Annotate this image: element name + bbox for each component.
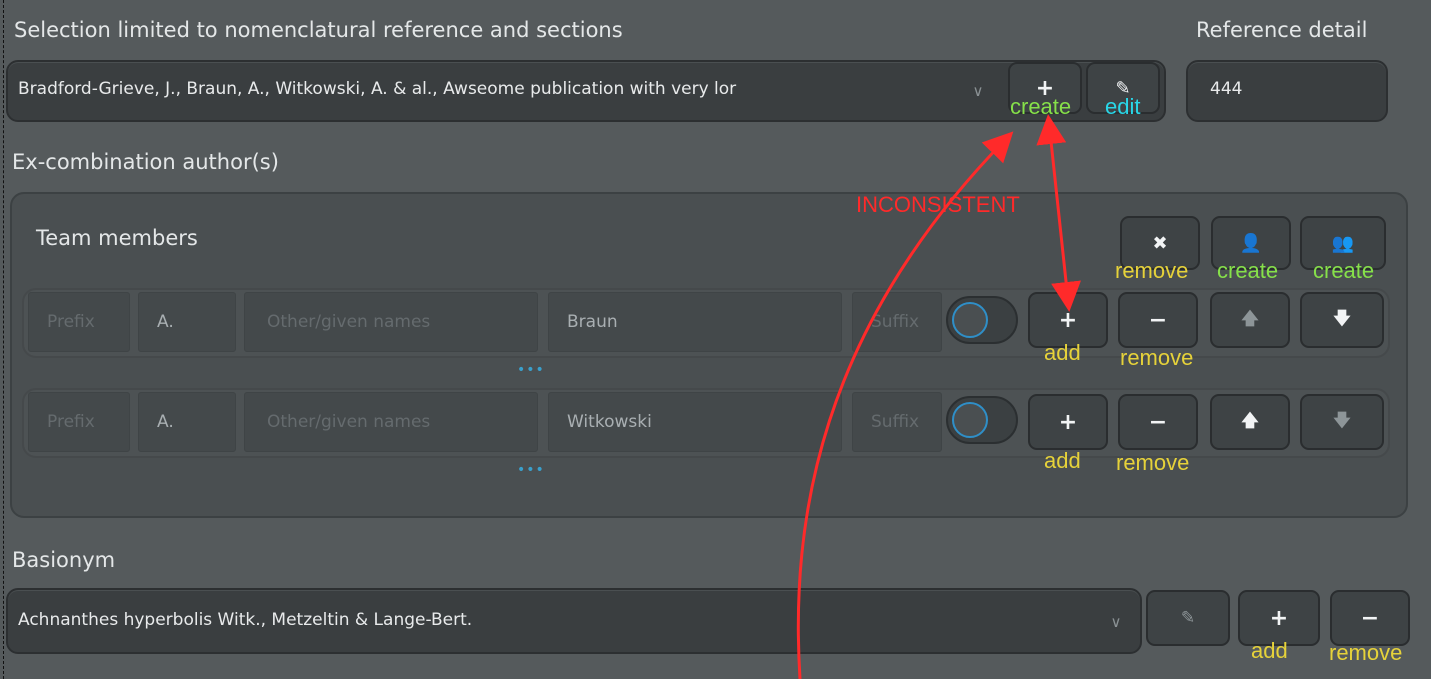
member-remove-button[interactable]: − — [1118, 292, 1198, 348]
close-icon: ✖ — [1152, 232, 1168, 254]
anno-bas-add: add — [1251, 638, 1288, 663]
reference-detail-label: Reference detail — [1196, 18, 1368, 42]
basionym-edit-button[interactable]: ✎ — [1146, 590, 1230, 646]
basionym-combo[interactable]: Achnanthes hyperbolis Witk., Metzeltin &… — [6, 588, 1142, 654]
anno-row1-add: add — [1044, 340, 1081, 365]
basionym-remove-button[interactable]: − — [1330, 590, 1410, 646]
chevron-down-icon[interactable]: ∨ — [1094, 598, 1138, 646]
member-remove-button[interactable]: − — [1118, 394, 1198, 450]
arrow-up-icon: 🡅 — [1241, 410, 1259, 431]
member-add-button[interactable]: + — [1028, 394, 1108, 450]
reference-combo-value: Bradford-Grieve, J., Braun, A., Witkowsk… — [18, 79, 737, 99]
anno-row2-add: add — [1044, 448, 1081, 473]
family-name-field[interactable]: Witkowski — [548, 392, 842, 452]
chevron-down-icon[interactable]: ∨ — [956, 67, 1000, 115]
excombination-label: Ex-combination author(s) — [12, 150, 279, 174]
anno-create: create — [1010, 94, 1072, 119]
selection-border — [3, 0, 4, 679]
given-names-field[interactable]: Other/given names — [244, 292, 538, 352]
selection-label: Selection limited to nomenclatural refer… — [14, 18, 623, 42]
suffix-field[interactable]: Suffix — [852, 392, 942, 452]
toggle-knob — [952, 302, 988, 338]
given-names-field[interactable]: Other/given names — [244, 392, 538, 452]
family-name-field[interactable]: Braun — [548, 292, 842, 352]
toggle-knob — [952, 402, 988, 438]
users-icon: 👥 — [1331, 232, 1355, 254]
minus-icon: − — [1148, 409, 1168, 435]
member-move-down-button[interactable]: 🡇 — [1300, 394, 1384, 450]
basionym-label: Basionym — [12, 548, 116, 572]
member-move-down-button[interactable]: 🡇 — [1300, 292, 1384, 348]
arrow-down-icon: 🡇 — [1333, 410, 1351, 431]
anno-inconsistent: INCONSISTENT — [856, 192, 1020, 217]
minus-icon: − — [1148, 307, 1168, 333]
anno-row1-remove: remove — [1120, 345, 1194, 370]
initials-field[interactable]: A. — [138, 292, 236, 352]
initials-field[interactable]: A. — [138, 392, 236, 452]
team-members-title: Team members — [36, 226, 198, 250]
anno-create-team: create — [1313, 258, 1375, 283]
reference-detail-value: 444 — [1210, 79, 1243, 99]
anno-bas-remove: remove — [1329, 640, 1403, 665]
suffix-field[interactable]: Suffix — [852, 292, 942, 352]
reference-combo[interactable]: Bradford-Grieve, J., Braun, A., Witkowsk… — [6, 60, 1166, 122]
anno-edit: edit — [1105, 94, 1141, 119]
reference-detail-field[interactable]: 444 — [1186, 60, 1388, 122]
more-dots: ••• — [517, 462, 545, 478]
anno-create-person: create — [1217, 258, 1279, 283]
plus-icon: + — [1058, 307, 1078, 333]
edit-icon: ✎ — [1180, 608, 1196, 628]
member-toggle[interactable] — [946, 296, 1018, 344]
prefix-field[interactable]: Prefix — [28, 392, 130, 452]
anno-team-remove: remove — [1115, 258, 1189, 283]
arrow-down-icon: 🡇 — [1333, 308, 1351, 329]
plus-icon: + — [1058, 409, 1078, 435]
member-toggle[interactable] — [946, 396, 1018, 444]
arrow-up-icon: 🡅 — [1241, 308, 1259, 329]
member-move-up-button[interactable]: 🡅 — [1210, 292, 1290, 348]
member-move-up-button[interactable]: 🡅 — [1210, 394, 1290, 450]
plus-icon: + — [1269, 605, 1289, 631]
more-dots: ••• — [517, 362, 545, 378]
anno-row2-remove: remove — [1116, 450, 1190, 475]
minus-icon: − — [1360, 605, 1380, 631]
prefix-field[interactable]: Prefix — [28, 292, 130, 352]
basionym-combo-value: Achnanthes hyperbolis Witk., Metzeltin &… — [18, 610, 473, 630]
user-icon: 👤 — [1239, 232, 1263, 254]
